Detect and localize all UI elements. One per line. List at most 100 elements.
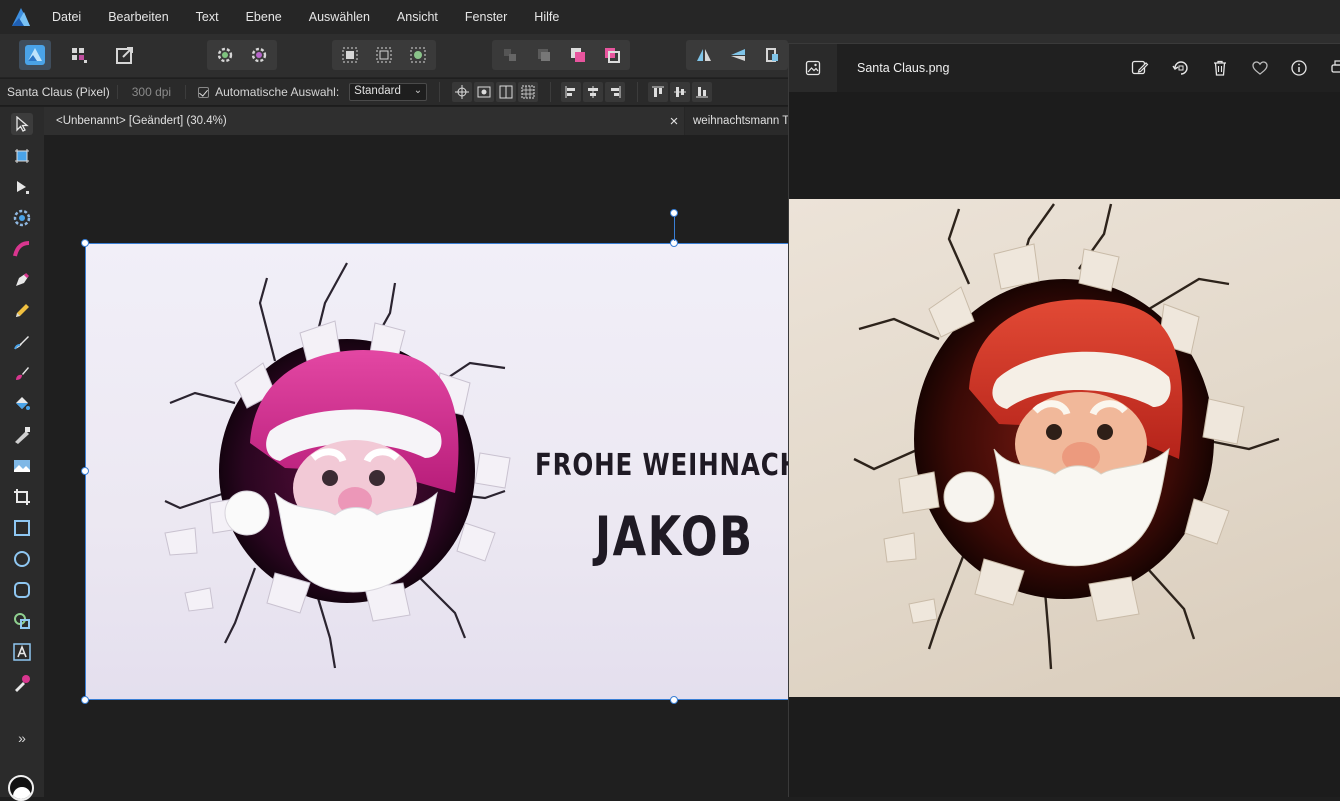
rotate-button[interactable] bbox=[758, 40, 786, 70]
align-right-icon bbox=[611, 86, 621, 98]
artboard-tool[interactable] bbox=[11, 145, 33, 167]
align-bottom-icon bbox=[696, 87, 709, 98]
trash-icon bbox=[1214, 60, 1226, 76]
place-image-tool[interactable] bbox=[11, 455, 33, 477]
pencil-tool[interactable] bbox=[11, 300, 33, 322]
menu-hilfe[interactable]: Hilfe bbox=[534, 10, 559, 24]
move-forward-button[interactable] bbox=[564, 40, 592, 70]
show-grid-button[interactable] bbox=[518, 82, 539, 102]
move-to-back-button[interactable] bbox=[496, 40, 524, 70]
crop-tool[interactable] bbox=[11, 486, 33, 508]
handle-mid-left[interactable] bbox=[81, 467, 89, 475]
align-bottom-button[interactable] bbox=[692, 82, 713, 102]
auto-select-toggle[interactable]: Automatische Auswahl: bbox=[186, 85, 339, 99]
flip-horizontal-button[interactable] bbox=[690, 40, 718, 70]
dpi-label[interactable]: 300 dpi bbox=[116, 85, 187, 99]
delete-button[interactable] bbox=[1210, 58, 1230, 78]
rounded-rectangle-tool[interactable] bbox=[11, 579, 33, 601]
liquify-persona-button[interactable] bbox=[64, 40, 94, 70]
align-middle-button[interactable] bbox=[670, 82, 691, 102]
rotate-icon bbox=[766, 48, 778, 62]
invert-selection-button[interactable] bbox=[404, 40, 432, 70]
move-back-icon bbox=[504, 49, 516, 61]
text-tool[interactable] bbox=[11, 641, 33, 663]
menu-auswaehlen[interactable]: Auswählen bbox=[309, 10, 370, 24]
view-tool[interactable] bbox=[11, 207, 33, 229]
tab-weihnachtsmann[interactable]: weihnachtsmann Ta bbox=[685, 107, 788, 135]
rotate-image-button[interactable] bbox=[1170, 58, 1190, 78]
select-all-button[interactable] bbox=[336, 40, 364, 70]
vector-brush-tool[interactable] bbox=[11, 331, 33, 353]
auto-select-checkbox[interactable] bbox=[198, 86, 210, 98]
align-center-button[interactable] bbox=[583, 82, 604, 102]
menu-fenster[interactable]: Fenster bbox=[465, 10, 507, 24]
paint-bucket-icon bbox=[16, 397, 30, 410]
handle-rotate[interactable] bbox=[670, 209, 678, 217]
menu-datei[interactable]: Datei bbox=[52, 10, 81, 24]
move-backward-button[interactable] bbox=[530, 40, 558, 70]
align-right-button[interactable] bbox=[605, 82, 626, 102]
crop-icon bbox=[14, 489, 30, 505]
settings-button[interactable] bbox=[210, 40, 240, 70]
transform-origin-button[interactable] bbox=[452, 82, 473, 102]
photo-persona-button[interactable] bbox=[19, 40, 51, 70]
info-button[interactable] bbox=[1289, 58, 1309, 78]
artboard[interactable]: Frohe Weihnachte Jakob bbox=[85, 243, 788, 700]
tab-unbenannt[interactable]: <Unbenannt> [Geändert] (30.4%) bbox=[44, 107, 684, 135]
move-tool[interactable] bbox=[11, 113, 33, 135]
edit-image-button[interactable] bbox=[1130, 58, 1150, 78]
node-tool[interactable] bbox=[11, 176, 33, 198]
fill-tool[interactable] bbox=[11, 393, 33, 415]
handle-bottom-mid[interactable] bbox=[670, 696, 678, 704]
assistant-button[interactable] bbox=[244, 40, 274, 70]
grid-icon bbox=[521, 85, 535, 99]
menu-ansicht[interactable]: Ansicht bbox=[397, 10, 438, 24]
favorite-button[interactable] bbox=[1250, 58, 1270, 78]
handle-bottom-left[interactable] bbox=[81, 696, 89, 704]
edit-image-icon bbox=[1131, 60, 1149, 75]
rectangle-tool[interactable] bbox=[11, 517, 33, 539]
export-persona-button[interactable] bbox=[110, 40, 140, 70]
tab-label: weihnachtsmann Ta bbox=[693, 115, 788, 127]
viewer-file-title: Santa Claus.png bbox=[857, 61, 950, 75]
flip-vertical-button[interactable] bbox=[724, 40, 752, 70]
menu-bearbeiten[interactable]: Bearbeiten bbox=[108, 10, 168, 24]
show-alignment-button[interactable] bbox=[496, 82, 517, 102]
move-front-icon bbox=[605, 48, 620, 63]
menu-ebene[interactable]: Ebene bbox=[246, 10, 282, 24]
ellipse-tool[interactable] bbox=[11, 548, 33, 570]
deselect-button[interactable] bbox=[370, 40, 398, 70]
align-handles-icon bbox=[499, 85, 513, 99]
shape-builder-tool[interactable] bbox=[11, 610, 33, 632]
auto-select-dropdown[interactable]: Standard ⌄ bbox=[349, 83, 428, 101]
paint-brush-tool[interactable] bbox=[11, 362, 33, 384]
greeting-text-name[interactable]: Jakob bbox=[595, 505, 752, 568]
grid-persona-icon bbox=[72, 48, 87, 63]
gallery-button[interactable] bbox=[789, 44, 837, 92]
handle-top-left[interactable] bbox=[81, 239, 89, 247]
color-swatch[interactable] bbox=[8, 775, 34, 801]
menu-text[interactable]: Text bbox=[196, 10, 219, 24]
color-picker-tool[interactable] bbox=[11, 672, 33, 694]
affinity-photo-logo-icon[interactable] bbox=[10, 6, 32, 28]
show-bbox-button[interactable] bbox=[474, 82, 495, 102]
greeting-text-line1[interactable]: Frohe Weihnachte bbox=[535, 448, 788, 483]
more-tools-button[interactable]: » bbox=[11, 727, 33, 749]
close-tab-button[interactable]: × bbox=[664, 107, 684, 135]
viewer-photo[interactable] bbox=[789, 199, 1340, 697]
move-to-front-button[interactable] bbox=[598, 40, 626, 70]
align-left-button[interactable] bbox=[561, 82, 582, 102]
canvas-area[interactable]: Frohe Weihnachte Jakob bbox=[44, 135, 788, 797]
info-icon bbox=[1291, 60, 1307, 76]
brush-stroke-icon bbox=[13, 241, 30, 257]
print-button[interactable] bbox=[1329, 58, 1340, 78]
align-left-icon bbox=[565, 86, 576, 98]
move-forward-icon bbox=[571, 48, 585, 62]
santa-red-illustration bbox=[853, 203, 1280, 670]
transparency-tool[interactable] bbox=[11, 424, 33, 446]
pen-tool[interactable] bbox=[11, 269, 33, 291]
gradient-tool[interactable] bbox=[11, 238, 33, 260]
export-icon bbox=[116, 47, 133, 64]
document-info: Santa Claus (Pixel) bbox=[7, 85, 110, 99]
align-top-button[interactable] bbox=[648, 82, 669, 102]
